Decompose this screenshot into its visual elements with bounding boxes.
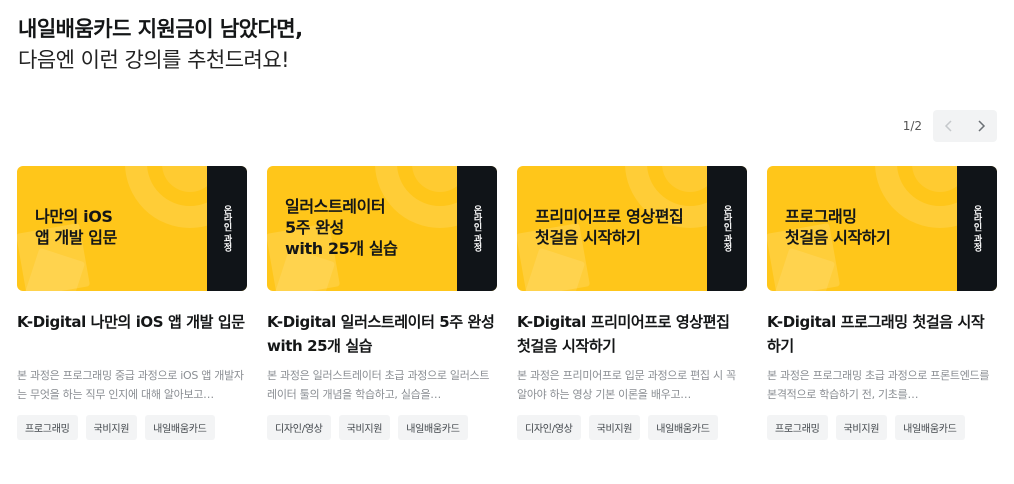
chevron-left-icon (944, 120, 952, 132)
tag: 내일배움카드 (648, 415, 718, 440)
course-card[interactable]: 나만의 iOS 앱 개발 입문 온라인 과정 K-Digital 나만의 iOS… (17, 166, 247, 440)
course-card[interactable]: 프리미어프로 영상편집 첫걸음 시작하기 온라인 과정 K-Digital 프리… (517, 166, 747, 440)
course-thumbnail[interactable]: 프로그래밍 첫걸음 시작하기 온라인 과정 (767, 166, 997, 291)
course-description: 본 과정은 일러스트레이터 초급 과정으로 일러스트레이터 툴의 개념을 학습하… (267, 369, 490, 401)
pager-buttons (933, 110, 997, 142)
tag: 국비지원 (338, 415, 391, 440)
course-card-list: 나만의 iOS 앱 개발 입문 온라인 과정 K-Digital 나만의 iOS… (17, 166, 997, 440)
tag: 내일배움카드 (398, 415, 468, 440)
tag-list: 디자인/영상 국비지원 내일배움카드 (267, 415, 497, 440)
thumbnail-title: 프리미어프로 영상편집 첫걸음 시작하기 (535, 207, 684, 247)
heading-subtitle: 다음엔 이런 강의를 추천드려요! (18, 48, 290, 72)
chevron-right-icon (978, 120, 986, 132)
course-thumbnail[interactable]: 나만의 iOS 앱 개발 입문 온라인 과정 (17, 166, 247, 291)
tag: 내일배움카드 (895, 415, 965, 440)
online-course-band: 온라인 과정 (207, 166, 247, 291)
online-course-band: 온라인 과정 (957, 166, 997, 291)
tag-list: 디자인/영상 국비지원 내일배움카드 (517, 415, 747, 440)
course-title[interactable]: K-Digital 프리미어프로 영상편집 첫걸음 시작하기 (517, 310, 747, 358)
next-page-button[interactable] (965, 110, 997, 142)
course-thumbnail[interactable]: 일러스트레이터 5주 완성 with 25개 실습 온라인 과정 (267, 166, 497, 291)
course-card[interactable]: 일러스트레이터 5주 완성 with 25개 실습 온라인 과정 K-Digit… (267, 166, 497, 440)
course-description: 본 과정은 프리미어프로 입문 과정으로 편집 시 꼭 알아야 하는 영상 기본… (517, 369, 736, 401)
thumbnail-title: 프로그래밍 첫걸음 시작하기 (785, 207, 891, 247)
tag: 국비지원 (835, 415, 888, 440)
page-indicator: 1/2 (902, 119, 922, 133)
tag: 디자인/영상 (517, 415, 581, 440)
heading-title: 내일배움카드 지원금이 남았다면, (18, 17, 303, 41)
online-course-band: 온라인 과정 (457, 166, 497, 291)
course-title[interactable]: K-Digital 프로그래밍 첫걸음 시작하기 (767, 310, 997, 358)
thumbnail-title: 일러스트레이터 5주 완성 with 25개 실습 (285, 197, 398, 258)
band-label: 온라인 과정 (221, 205, 232, 252)
tag: 디자인/영상 (267, 415, 331, 440)
tag: 내일배움카드 (145, 415, 215, 440)
course-card[interactable]: 프로그래밍 첫걸음 시작하기 온라인 과정 K-Digital 프로그래밍 첫걸… (767, 166, 997, 440)
course-thumbnail[interactable]: 프리미어프로 영상편집 첫걸음 시작하기 온라인 과정 (517, 166, 747, 291)
tag: 국비지원 (85, 415, 138, 440)
tag: 프로그래밍 (17, 415, 78, 440)
tag: 국비지원 (588, 415, 641, 440)
course-title[interactable]: K-Digital 나만의 iOS 앱 개발 입문 (17, 310, 247, 358)
course-description: 본 과정은 프로그래밍 초급 과정으로 프론트엔드를 본격적으로 학습하기 전,… (767, 369, 990, 401)
tag-list: 프로그래밍 국비지원 내일배움카드 (767, 415, 997, 440)
online-course-band: 온라인 과정 (707, 166, 747, 291)
thumbnail-title: 나만의 iOS 앱 개발 입문 (35, 207, 117, 247)
tag-list: 프로그래밍 국비지원 내일배움카드 (17, 415, 247, 440)
tag: 프로그래밍 (767, 415, 828, 440)
course-description: 본 과정은 프로그래밍 중급 과정으로 iOS 앱 개발자는 무엇을 하는 직무… (17, 369, 244, 401)
section-heading: 내일배움카드 지원금이 남았다면, 다음엔 이런 강의를 추천드려요! (18, 14, 303, 76)
band-label: 온라인 과정 (971, 205, 982, 252)
course-title[interactable]: K-Digital 일러스트레이터 5주 완성 with 25개 실습 (267, 310, 497, 358)
prev-page-button[interactable] (933, 110, 965, 142)
band-label: 온라인 과정 (471, 205, 482, 252)
band-label: 온라인 과정 (721, 205, 732, 252)
carousel-pager: 1/2 (903, 110, 997, 142)
